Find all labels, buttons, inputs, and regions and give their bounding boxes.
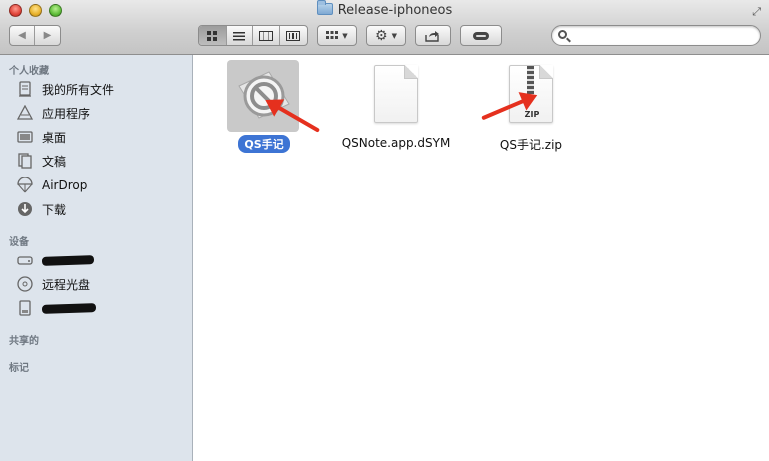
action-gear-icon: ⚙	[375, 27, 388, 44]
back-button[interactable]: ◀	[10, 26, 36, 45]
sidebar-item-desktop[interactable]: 桌面	[16, 126, 186, 148]
forward-button[interactable]: ▶	[35, 26, 60, 45]
list-view-button[interactable]	[227, 26, 254, 45]
sidebar-item-drive-redacted[interactable]	[16, 249, 186, 271]
sidebar-item-label: 下载	[42, 202, 67, 217]
downloads-icon	[16, 200, 34, 218]
edit-tags-button[interactable]	[460, 25, 502, 46]
sidebar-item-airdrop[interactable]: AirDrop	[16, 174, 186, 196]
back-icon: ◀	[18, 30, 26, 41]
file-name-label: QSNote.app.dSYM	[341, 136, 451, 150]
file-browser-area: QS手记 QSNote.app.dSYM ZIP QS手记.zip	[194, 55, 769, 461]
fullscreen-icon[interactable]: ⤢	[752, 5, 761, 19]
sidebar-item-label: 桌面	[42, 130, 67, 145]
search-field[interactable]	[551, 25, 761, 46]
folder-icon	[316, 0, 333, 15]
sidebar-header-shared: 共享的	[9, 336, 39, 347]
zip-badge: ZIP	[524, 110, 540, 119]
action-button[interactable]: ⚙ ▼	[366, 25, 406, 46]
coverflow-view-icon	[286, 30, 301, 41]
sidebar-item-label: 文稿	[42, 154, 67, 169]
window-toolbar: Release-iphoneos ⤢ ◀ ▶ ▼ ⚙ ▼	[0, 0, 769, 55]
arrange-button[interactable]: ▼	[317, 25, 357, 46]
redacted-label	[41, 254, 95, 266]
sidebar-item-applications[interactable]: 应用程序	[16, 102, 186, 124]
column-view-button[interactable]	[253, 26, 280, 45]
view-mode-control	[198, 25, 308, 46]
window-title: Release-iphoneos	[337, 3, 453, 18]
sidebar-item-all-files[interactable]: 我的所有文件	[16, 78, 186, 100]
page-fold	[404, 65, 418, 79]
documents-icon	[16, 152, 34, 170]
drive-icon	[16, 251, 34, 269]
chevron-down-icon: ▼	[342, 31, 348, 40]
sidebar-header-favorites: 个人收藏	[9, 66, 49, 77]
disk-icon	[16, 299, 34, 317]
remote-disc-icon	[16, 275, 34, 293]
sidebar: 个人收藏 我的所有文件 应用程序 桌面 文稿 AirDrop 下载 设备 远程光…	[0, 55, 193, 461]
airdrop-icon	[16, 176, 34, 194]
document-icon	[374, 65, 418, 123]
sidebar-item-disk-redacted[interactable]	[16, 297, 186, 319]
sidebar-item-documents[interactable]: 文稿	[16, 150, 186, 172]
desktop-icon	[16, 128, 34, 146]
share-icon	[425, 30, 439, 42]
all-files-icon	[16, 80, 34, 98]
icon-view-icon	[207, 30, 218, 41]
share-button[interactable]	[415, 25, 451, 46]
sidebar-header-tags: 标记	[9, 363, 29, 374]
sidebar-item-label: 远程光盘	[42, 277, 91, 292]
tag-icon	[473, 31, 489, 40]
forward-icon: ▶	[43, 30, 52, 41]
sidebar-item-label: 应用程序	[42, 106, 91, 121]
applications-icon	[16, 104, 34, 122]
column-view-icon	[258, 30, 273, 41]
search-icon	[558, 30, 567, 39]
file-name-label: QS手记.zip	[499, 138, 563, 152]
sidebar-item-label: 我的所有文件	[42, 82, 115, 97]
file-name-label: QS手记	[238, 135, 290, 153]
file-item-dsym[interactable]: QSNote.app.dSYM	[334, 55, 458, 155]
page-fold	[539, 65, 553, 79]
chevron-down-icon: ▼	[391, 31, 397, 40]
sidebar-header-devices: 设备	[9, 237, 29, 248]
sidebar-item-downloads[interactable]: 下载	[16, 198, 186, 220]
sidebar-item-remote-disc[interactable]: 远程光盘	[16, 273, 186, 295]
search-input[interactable]	[572, 28, 752, 43]
back-forward-control: ◀ ▶	[9, 25, 61, 46]
icon-view-button[interactable]	[199, 26, 227, 45]
list-view-icon	[233, 31, 246, 40]
app-icon	[238, 71, 290, 119]
redacted-label	[41, 302, 97, 314]
arrange-icon	[326, 30, 339, 39]
window-title-bar: Release-iphoneos	[0, 0, 769, 21]
sidebar-item-label: AirDrop	[42, 178, 88, 192]
coverflow-view-button[interactable]	[280, 26, 307, 45]
